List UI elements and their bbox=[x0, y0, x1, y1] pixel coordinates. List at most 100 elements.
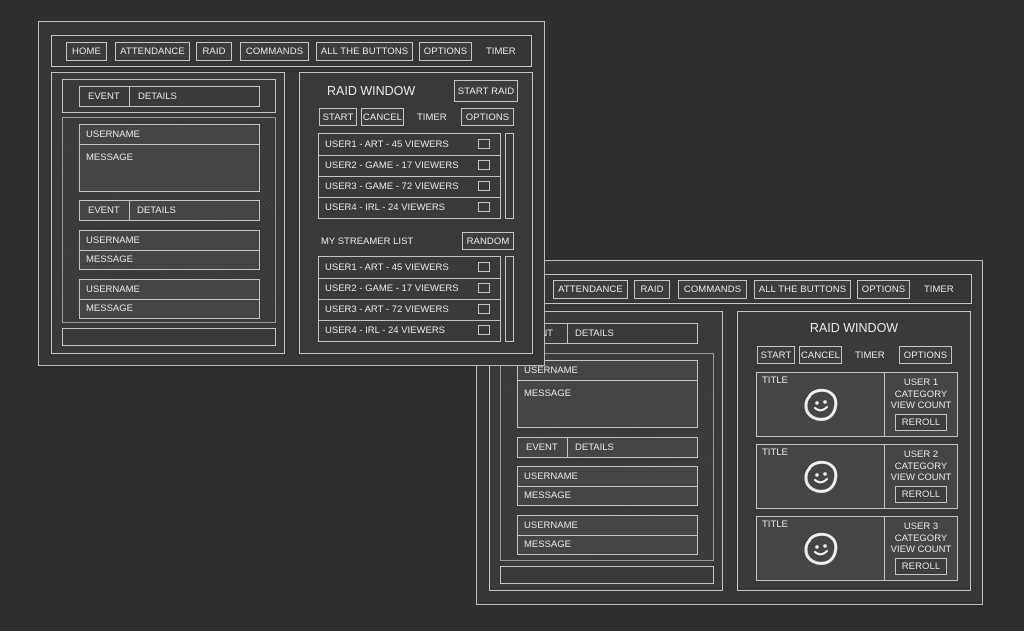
reroll-button[interactable]: REROLL bbox=[895, 486, 947, 503]
raid-cards-window: ATTENDANCE RAID COMMANDS ALL THE BUTTONS… bbox=[476, 260, 983, 605]
checkbox-icon[interactable] bbox=[478, 160, 490, 170]
checkbox-icon[interactable] bbox=[478, 262, 490, 272]
checkbox-icon[interactable] bbox=[478, 181, 490, 191]
message-text: MESSAGE bbox=[86, 303, 133, 314]
reroll-button[interactable]: REROLL bbox=[895, 414, 947, 431]
checkbox-icon[interactable] bbox=[478, 139, 490, 149]
chat-card: USERNAME MESSAGE bbox=[517, 466, 698, 506]
raid-panel: RAID WINDOW START CANCEL TIMER OPTIONS T… bbox=[737, 311, 971, 591]
event-label: EVENT bbox=[526, 442, 558, 453]
checkbox-icon[interactable] bbox=[478, 325, 490, 335]
details-label: DETAILS bbox=[575, 442, 614, 453]
raid-list-scrollbar[interactable] bbox=[505, 133, 514, 219]
streamer-row-1: USER1 - ART - 45 VIEWERS bbox=[325, 262, 449, 273]
raid-panel: RAID WINDOW START RAID START CANCEL TIME… bbox=[299, 72, 533, 354]
nav-commands-button[interactable]: COMMANDS bbox=[240, 42, 309, 61]
nav-all-buttons-button[interactable]: ALL THE BUTTONS bbox=[754, 280, 851, 299]
raid-start-button[interactable]: START bbox=[757, 346, 795, 364]
chat-card: USERNAME MESSAGE bbox=[79, 279, 260, 319]
username-label: USERNAME bbox=[524, 520, 578, 531]
event-label: EVENT bbox=[88, 205, 120, 216]
stream-user: USER 2 bbox=[903, 449, 939, 460]
username-label: USERNAME bbox=[86, 284, 140, 295]
raid-card-2: TITLE USER 2 CATEGORY VIEW COUNT REROLL bbox=[756, 444, 958, 509]
nav-attendance-button[interactable]: ATTENDANCE bbox=[553, 280, 628, 299]
stream-title-label: TITLE bbox=[762, 375, 788, 386]
raid-list-window: HOME ATTENDANCE RAID COMMANDS ALL THE BU… bbox=[38, 21, 545, 366]
nav-options-button[interactable]: OPTIONS bbox=[419, 42, 472, 61]
start-raid-button[interactable]: START RAID bbox=[454, 80, 518, 102]
raid-timer-label: TIMER bbox=[417, 111, 447, 123]
event-row: EVENT DETAILS bbox=[79, 200, 260, 221]
raid-options-button[interactable]: OPTIONS bbox=[461, 108, 514, 126]
raid-start-button[interactable]: START bbox=[319, 108, 357, 126]
nav-options-button[interactable]: OPTIONS bbox=[857, 280, 910, 299]
raid-user-row-2: USER2 - GAME - 17 VIEWERS bbox=[325, 160, 459, 171]
username-label: USERNAME bbox=[86, 129, 140, 140]
event-label: EVENT bbox=[88, 91, 120, 102]
raid-cancel-button[interactable]: CANCEL bbox=[361, 108, 404, 126]
chat-input[interactable] bbox=[500, 566, 714, 584]
raid-cancel-button[interactable]: CANCEL bbox=[799, 346, 842, 364]
nav-raid-button[interactable]: RAID bbox=[634, 280, 670, 299]
raid-timer-label: TIMER bbox=[855, 349, 885, 361]
streamer-row-2: USER2 - GAME - 17 VIEWERS bbox=[325, 283, 459, 294]
stream-category: CATEGORY bbox=[894, 460, 948, 472]
event-feed[interactable]: USERNAME MESSAGE EVENT DETAILS USERNAME … bbox=[62, 117, 276, 323]
nav-bar: HOME ATTENDANCE RAID COMMANDS ALL THE BU… bbox=[51, 35, 532, 67]
message-text: MESSAGE bbox=[86, 151, 133, 163]
message-text: MESSAGE bbox=[86, 254, 133, 265]
checkbox-icon[interactable] bbox=[478, 283, 490, 293]
streamer-list-scrollbar[interactable] bbox=[505, 256, 514, 342]
chat-card: USERNAME MESSAGE bbox=[79, 124, 260, 192]
stream-category: CATEGORY bbox=[894, 388, 948, 400]
event-header-frame: EVENT DETAILS bbox=[62, 79, 276, 113]
chat-input[interactable] bbox=[62, 328, 276, 346]
event-feed[interactable]: USERNAME MESSAGE EVENT DETAILS USERNAME … bbox=[500, 353, 714, 561]
stream-title-label: TITLE bbox=[762, 447, 788, 458]
message-text: MESSAGE bbox=[524, 387, 571, 399]
streamer-list: USER1 - ART - 45 VIEWERS USER2 - GAME - … bbox=[318, 256, 501, 342]
nav-timer-label: TIMER bbox=[486, 46, 516, 57]
nav-all-buttons-button[interactable]: ALL THE BUTTONS bbox=[316, 42, 413, 61]
raid-options-button[interactable]: OPTIONS bbox=[899, 346, 952, 364]
nav-timer-label: TIMER bbox=[924, 284, 954, 295]
random-button[interactable]: RANDOM bbox=[462, 232, 514, 250]
nav-commands-button[interactable]: COMMANDS bbox=[678, 280, 747, 299]
raid-user-row-3: USER3 - GAME - 72 VIEWERS bbox=[325, 181, 459, 192]
streamer-list-label: MY STREAMER LIST bbox=[321, 235, 414, 247]
event-header: EVENT DETAILS bbox=[79, 86, 260, 107]
smiley-face-icon bbox=[804, 532, 838, 565]
chat-card: USERNAME MESSAGE bbox=[517, 360, 698, 428]
raid-user-row-4: USER4 - IRL - 24 VIEWERS bbox=[325, 202, 446, 213]
streamer-row-4: USER4 - IRL - 24 VIEWERS bbox=[325, 325, 446, 336]
stream-info: USER 3 CATEGORY VIEW COUNT bbox=[885, 521, 957, 556]
username-label: USERNAME bbox=[86, 235, 140, 246]
smiley-face-icon bbox=[804, 460, 838, 493]
nav-attendance-button[interactable]: ATTENDANCE bbox=[115, 42, 190, 61]
event-row: EVENT DETAILS bbox=[517, 437, 698, 458]
nav-home-button[interactable]: HOME bbox=[66, 42, 107, 61]
smiley-face-icon bbox=[804, 388, 838, 421]
stream-user: USER 1 bbox=[903, 377, 939, 388]
reroll-button[interactable]: REROLL bbox=[895, 558, 947, 575]
stream-info: USER 1 CATEGORY VIEW COUNT bbox=[885, 377, 957, 412]
raid-user-row-1: USER1 - ART - 45 VIEWERS bbox=[325, 139, 449, 150]
checkbox-icon[interactable] bbox=[478, 304, 490, 314]
raid-card-1: TITLE USER 1 CATEGORY VIEW COUNT REROLL bbox=[756, 372, 958, 437]
stream-title-label: TITLE bbox=[762, 519, 788, 530]
username-label: USERNAME bbox=[524, 471, 578, 482]
stream-user: USER 3 bbox=[903, 521, 939, 532]
raid-window-title: RAID WINDOW bbox=[809, 321, 899, 335]
event-feed-panel: EVENT DETAILS USERNAME MESSAGE EVENT DET… bbox=[51, 72, 285, 354]
nav-bar: ATTENDANCE RAID COMMANDS ALL THE BUTTONS… bbox=[489, 274, 972, 304]
chat-card: USERNAME MESSAGE bbox=[517, 515, 698, 555]
message-text: MESSAGE bbox=[524, 490, 571, 501]
stream-view-count: VIEW COUNT bbox=[890, 544, 952, 555]
message-text: MESSAGE bbox=[524, 539, 571, 550]
streamer-row-3: USER3 - ART - 72 VIEWERS bbox=[325, 304, 449, 315]
raid-user-list: USER1 - ART - 45 VIEWERS USER2 - GAME - … bbox=[318, 133, 501, 219]
nav-raid-button[interactable]: RAID bbox=[196, 42, 232, 61]
details-label: DETAILS bbox=[137, 205, 176, 216]
checkbox-icon[interactable] bbox=[478, 202, 490, 212]
